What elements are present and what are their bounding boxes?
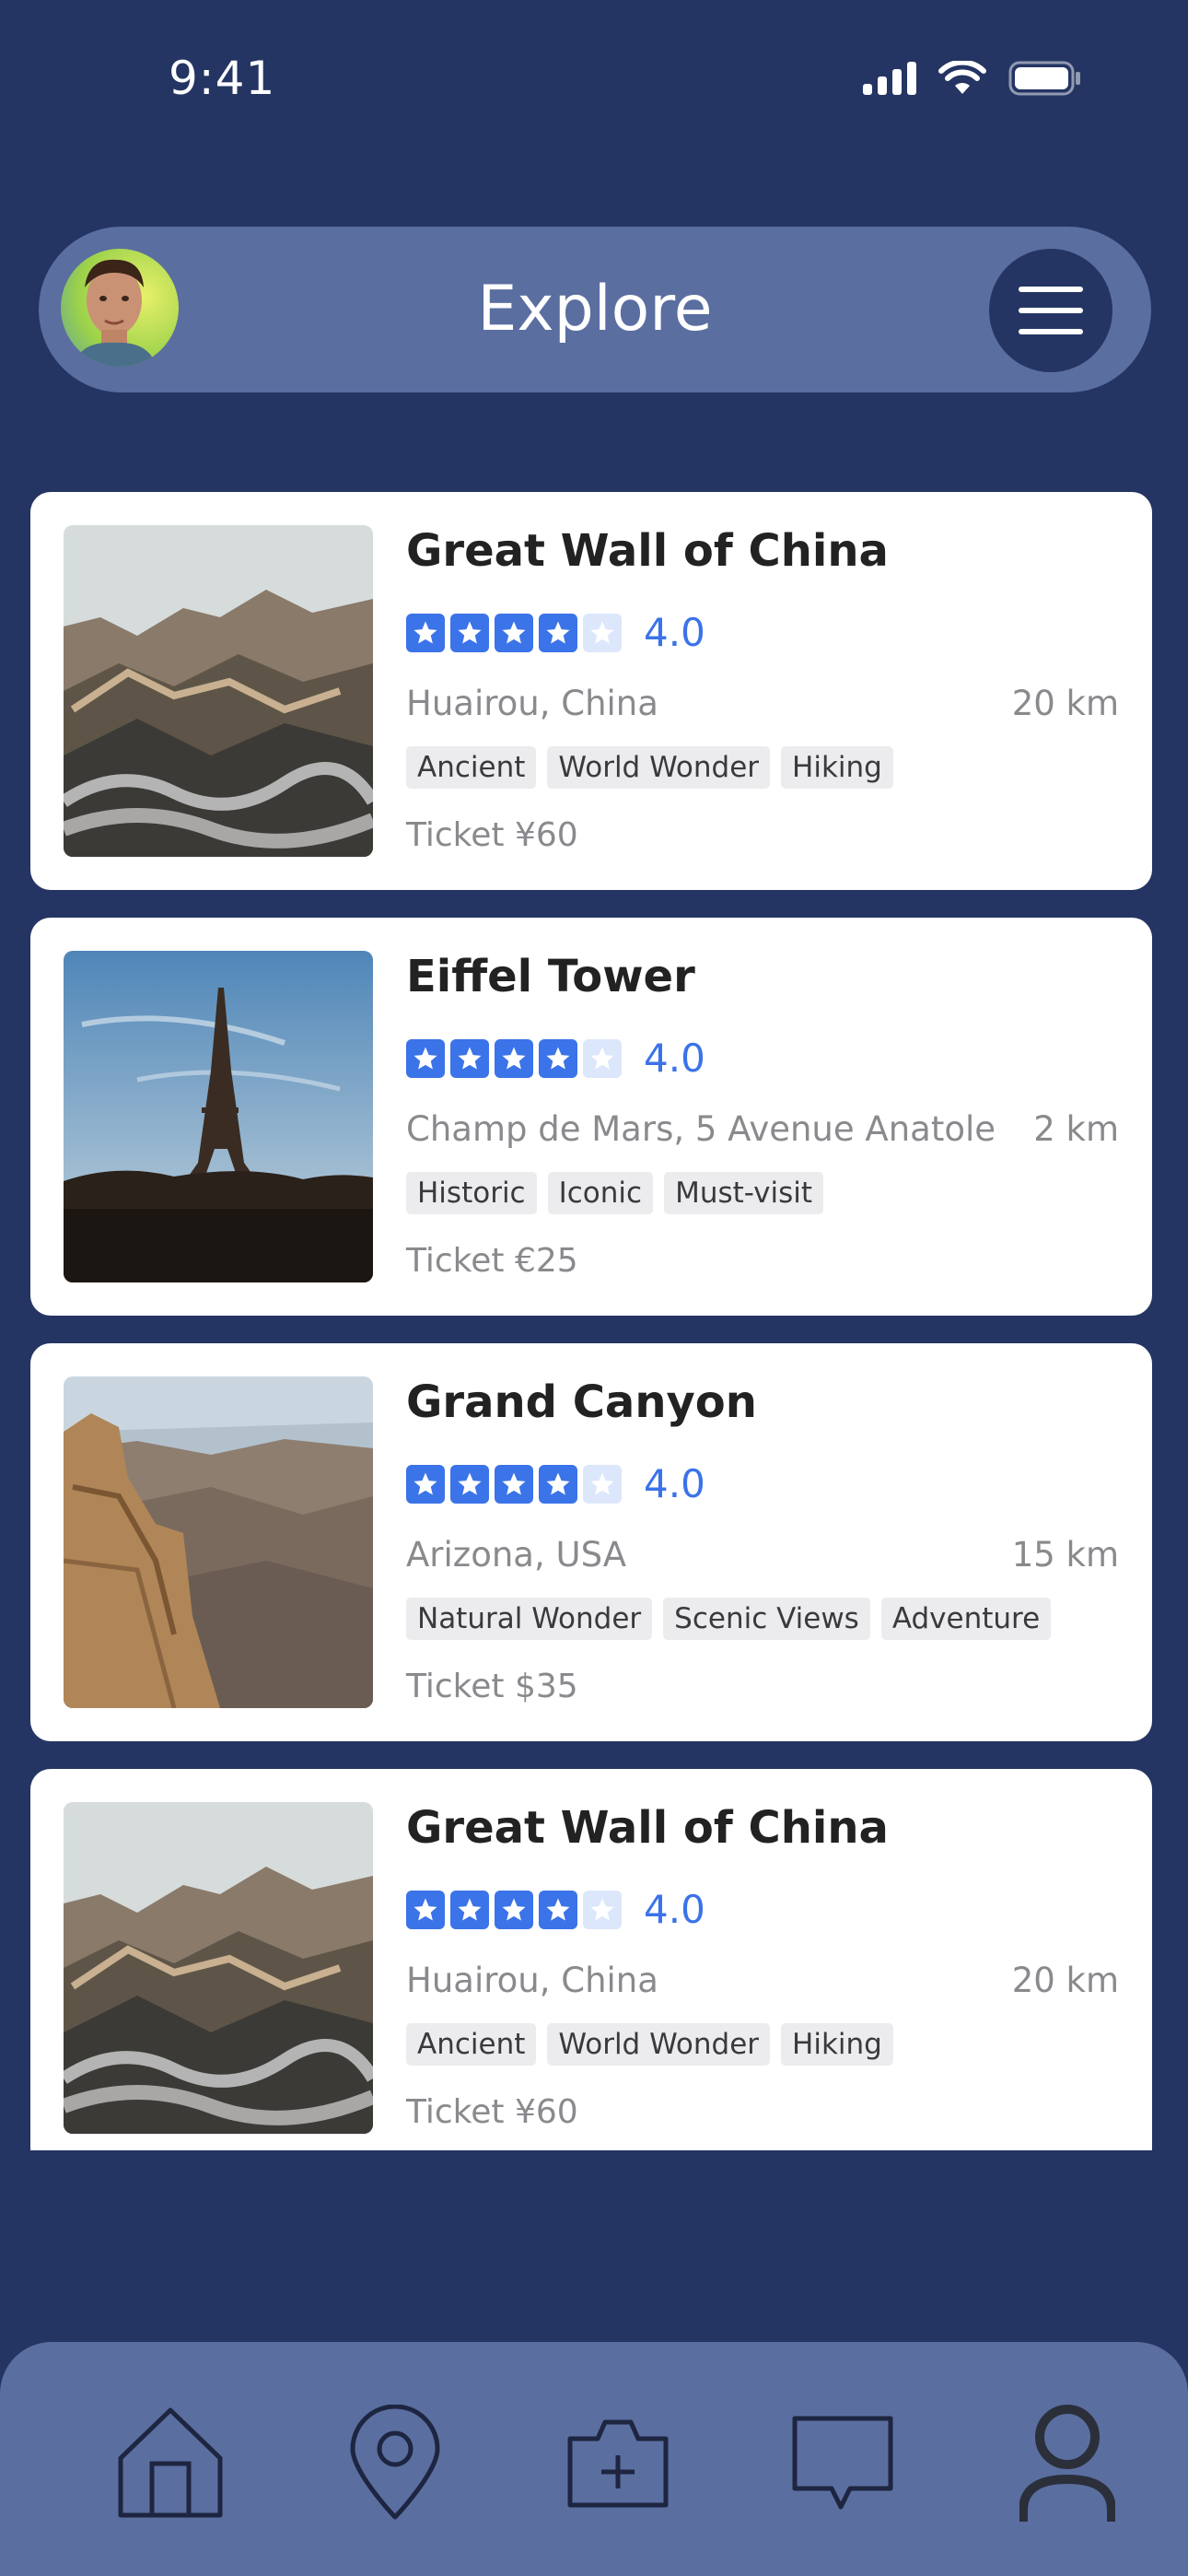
star-filled-icon [539,1464,577,1504]
tag: Ancient [406,746,537,789]
tag-list: Ancient World Wonder Hiking [406,2023,893,2066]
tag: Must-visit [664,1172,824,1214]
wifi-icon [938,61,986,94]
place-location: Huairou, China [406,684,658,723]
header-bar: Explore [39,227,1151,392]
star-filled-icon [495,613,533,652]
place-card[interactable]: Grand Canyon 4.0 Arizona, USA 15 km Natu… [30,1343,1152,1741]
star-empty-icon [583,1464,622,1504]
status-icons [863,61,1082,96]
camera-add-icon [567,2419,669,2508]
star-filled-icon [450,613,489,652]
cellular-signal-icon [863,62,916,95]
rating-value: 4.0 [644,610,705,655]
star-filled-icon [406,1038,445,1078]
place-name: Grand Canyon [406,1376,757,1428]
place-card[interactable]: Great Wall of China 4.0 Huairou, China 2… [30,1769,1152,2150]
star-filled-icon [539,613,577,652]
star-empty-icon [583,1890,622,1929]
tag: Adventure [880,1598,1052,1640]
place-card[interactable]: Eiffel Tower 4.0 Champ de Mars, 5 Avenue… [30,918,1152,1316]
place-distance: 2 km [1033,1109,1119,1149]
menu-button[interactable] [989,249,1112,372]
star-filled-icon [539,1890,577,1929]
tag: Natural Wonder [406,1598,653,1640]
page-title: Explore [477,273,713,345]
tag-list: Natural Wonder Scenic Views Adventure [406,1598,1052,1640]
tag: Ancient [406,2023,537,2066]
place-name: Great Wall of China [406,1802,889,1854]
rating-value: 4.0 [644,1036,705,1081]
star-filled-icon [495,1038,533,1078]
star-filled-icon [450,1464,489,1504]
star-filled-icon [539,1038,577,1078]
star-filled-icon [406,613,445,652]
tag: World Wonder [547,2023,771,2066]
tab-home[interactable] [111,2403,230,2523]
tab-map[interactable] [335,2403,455,2523]
star-empty-icon [583,613,622,652]
place-distance: 15 km [1011,1535,1119,1575]
star-empty-icon [583,1038,622,1078]
home-icon [118,2407,223,2518]
rating: 4.0 [406,610,705,655]
place-location: Huairou, China [406,1961,658,2000]
place-thumbnail [64,1376,373,1708]
place-thumbnail [64,1802,373,2134]
rating: 4.0 [406,1887,705,1932]
place-thumbnail [64,951,373,1282]
place-name: Eiffel Tower [406,951,695,1002]
ticket-price: Ticket ¥60 [406,2093,578,2131]
tab-add-photo[interactable] [558,2403,678,2523]
place-location: Champ de Mars, 5 Avenue Anatole ... [406,1109,1005,1149]
tag: Scenic Views [663,1598,870,1640]
tag-list: Ancient World Wonder Hiking [406,746,893,789]
place-distance: 20 km [1011,1961,1119,2000]
place-card[interactable]: Great Wall of China 4.0 Huairou, China 2… [30,492,1152,890]
ticket-price: Ticket ¥60 [406,816,578,854]
place-list[interactable]: Great Wall of China 4.0 Huairou, China 2… [30,492,1152,2150]
rating: 4.0 [406,1461,705,1506]
hamburger-menu-icon [1019,287,1083,334]
tag: Historic [406,1172,537,1214]
star-filled-icon [406,1890,445,1929]
star-filled-icon [495,1464,533,1504]
tag: Iconic [547,1172,654,1214]
battery-icon [1008,61,1080,96]
status-time: 9:41 [169,52,276,105]
ticket-price: Ticket $35 [406,1668,578,1705]
profile-icon [1019,2405,1115,2522]
tag: Hiking [781,2023,893,2066]
tag: Hiking [781,746,893,789]
tag-list: Historic Iconic Must-visit [406,1172,824,1214]
tag: World Wonder [547,746,771,789]
place-distance: 20 km [1011,684,1119,723]
star-filled-icon [495,1890,533,1929]
tab-messages[interactable] [783,2403,903,2523]
place-thumbnail [64,525,373,857]
place-location: Arizona, USA [406,1535,627,1575]
rating: 4.0 [406,1036,705,1081]
tab-bar [0,2342,1188,2576]
place-name: Great Wall of China [406,525,889,577]
tab-profile[interactable] [1007,2403,1127,2523]
status-bar: 9:41 [0,0,1188,166]
star-filled-icon [450,1038,489,1078]
ticket-price: Ticket €25 [406,1242,578,1280]
star-filled-icon [450,1890,489,1929]
location-pin-icon [350,2405,440,2520]
star-filled-icon [406,1464,445,1504]
rating-value: 4.0 [644,1461,705,1506]
rating-value: 4.0 [644,1887,705,1932]
chat-icon [792,2416,893,2510]
